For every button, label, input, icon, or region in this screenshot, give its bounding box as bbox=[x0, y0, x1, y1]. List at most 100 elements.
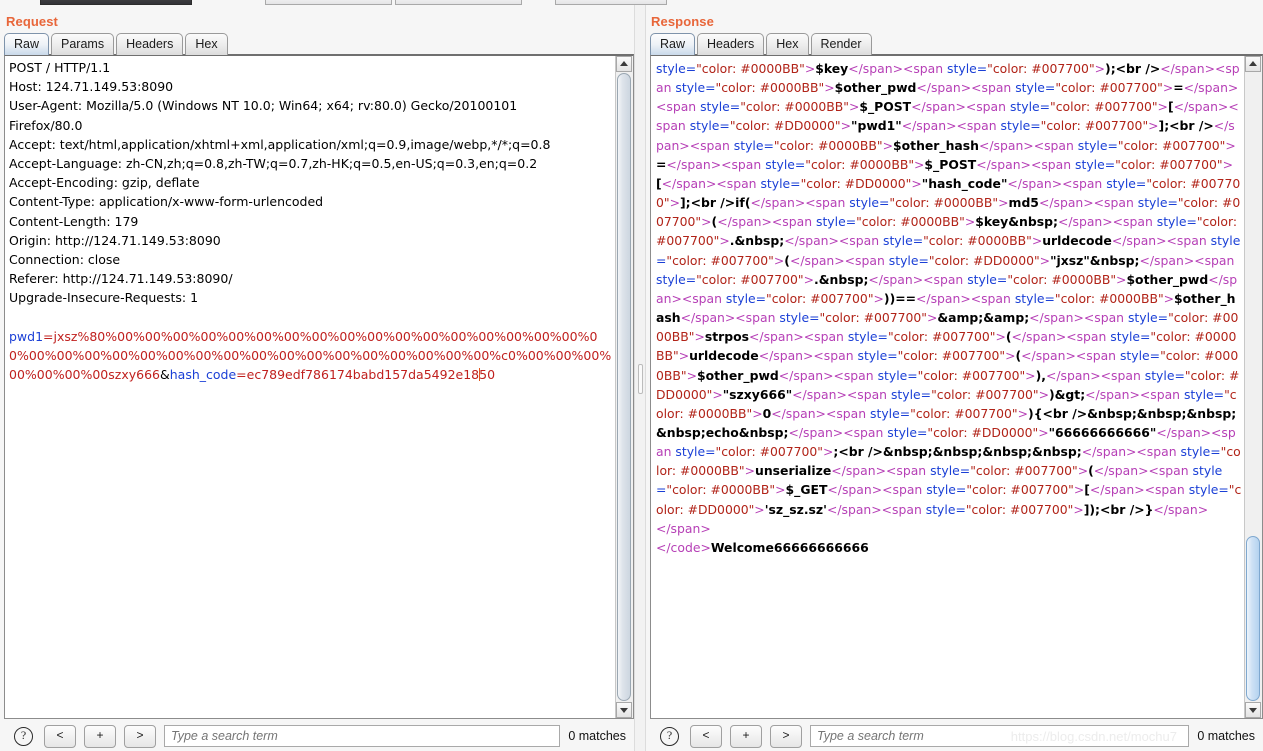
syntax-value: "color: #0000BB" bbox=[666, 482, 776, 498]
request-scroll-up-button[interactable] bbox=[616, 56, 632, 72]
response-raw-viewer[interactable]: style="color: #0000BB">$key</span><span … bbox=[650, 54, 1263, 719]
tab-strip-item-3[interactable] bbox=[395, 0, 522, 5]
syntax-code: = bbox=[656, 156, 667, 172]
syntax-attribute: style= bbox=[700, 99, 741, 115]
syntax-value: "color: #0000BB" bbox=[696, 61, 805, 76]
syntax-value: "color: #007700" bbox=[887, 329, 996, 345]
syntax-code: $other_pwd bbox=[696, 367, 779, 383]
syntax-code: ), bbox=[1035, 367, 1046, 383]
syntax-tag: </span><span bbox=[1045, 367, 1145, 383]
syntax-tag: </span><span bbox=[978, 137, 1078, 153]
syntax-tag: > bbox=[1038, 424, 1049, 440]
syntax-attribute: style= bbox=[1188, 482, 1229, 498]
syntax-value: "color: #0000BB" bbox=[805, 156, 915, 172]
syntax-code: 'sz_sz.sz' bbox=[764, 501, 827, 517]
request-param-pwd1-name: pwd1 bbox=[9, 328, 44, 344]
syntax-value: "color: #007700" bbox=[766, 290, 874, 306]
syntax-attribute: style= bbox=[947, 61, 988, 76]
syntax-tag: </span><span bbox=[1085, 386, 1184, 402]
syntax-value: "color: #007700" bbox=[917, 367, 1026, 383]
syntax-attribute: style= bbox=[779, 310, 820, 326]
response-tab-render[interactable]: Render bbox=[810, 33, 872, 55]
request-tab-params[interactable]: Params bbox=[51, 33, 115, 55]
response-search-prev-button[interactable]: < bbox=[690, 724, 722, 748]
help-icon[interactable]: ? bbox=[660, 726, 679, 746]
syntax-value: "color: #0000BB" bbox=[889, 195, 999, 211]
request-scroll-down-button[interactable] bbox=[616, 702, 632, 718]
request-raw-text[interactable]: POST / HTTP/1.1 Host: 124.71.149.53:8090… bbox=[5, 56, 616, 718]
syntax-attribute: style= bbox=[765, 156, 806, 172]
help-icon[interactable]: ? bbox=[14, 726, 33, 746]
syntax-tag: </span><span bbox=[916, 80, 1016, 96]
syntax-tag: </span><span bbox=[778, 367, 878, 383]
syntax-attribute: style= bbox=[1106, 175, 1147, 191]
response-scroll-down-button[interactable] bbox=[1245, 702, 1261, 718]
top-tab-strip bbox=[0, 0, 1263, 5]
syntax-code: $other_pwd bbox=[1126, 271, 1209, 287]
response-search-next-button[interactable]: > bbox=[770, 724, 802, 748]
syntax-attribute: style= bbox=[1015, 80, 1056, 96]
panel-splitter[interactable] bbox=[634, 5, 646, 751]
syntax-tag: > bbox=[803, 271, 814, 287]
response-vertical-scrollbar[interactable] bbox=[1244, 56, 1262, 718]
request-scroll-thumb[interactable] bbox=[617, 73, 631, 701]
response-tab-raw[interactable]: Raw bbox=[650, 33, 696, 55]
request-vertical-scrollbar[interactable] bbox=[615, 56, 633, 718]
request-raw-viewer[interactable]: POST / HTTP/1.1 Host: 124.71.149.53:8090… bbox=[4, 54, 634, 719]
syntax-tag: > bbox=[744, 463, 756, 479]
syntax-tag: </span><span bbox=[1007, 175, 1107, 191]
response-search-input[interactable] bbox=[810, 725, 1190, 747]
syntax-value: "color: #007700" bbox=[987, 61, 1095, 76]
response-scroll-up-button[interactable] bbox=[1245, 56, 1261, 72]
request-search-input[interactable] bbox=[164, 725, 561, 747]
syntax-tag: > bbox=[701, 214, 712, 230]
syntax-attribute: style= bbox=[1144, 367, 1185, 383]
response-scroll-thumb[interactable] bbox=[1246, 536, 1260, 701]
syntax-attribute: style= bbox=[870, 405, 911, 421]
tab-strip-item-1[interactable] bbox=[40, 0, 192, 5]
response-search-add-button[interactable]: + bbox=[730, 724, 762, 748]
syntax-code: "66666666666" bbox=[1048, 424, 1157, 440]
syntax-attribute: style= bbox=[849, 195, 890, 211]
syntax-attribute: style= bbox=[689, 118, 730, 134]
syntax-attribute: style= bbox=[675, 444, 716, 460]
request-search-next-button[interactable]: > bbox=[124, 724, 156, 748]
syntax-tag: </span><span bbox=[1057, 214, 1157, 230]
syntax-tag: > bbox=[998, 195, 1009, 211]
syntax-tag: </span><span bbox=[976, 156, 1076, 172]
syntax-tag: </span><span bbox=[848, 61, 948, 76]
syntax-tag: </span><span bbox=[792, 386, 891, 402]
syntax-tag: </span><span bbox=[788, 424, 888, 440]
syntax-tag: </span><span bbox=[680, 310, 780, 326]
syntax-tag: </code> bbox=[656, 539, 711, 555]
request-match-count: 0 matches bbox=[568, 729, 626, 743]
syntax-attribute: style= bbox=[1000, 118, 1041, 134]
syntax-code: .&nbsp; bbox=[814, 271, 869, 287]
syntax-value: "color: #0000BB" bbox=[715, 80, 825, 96]
syntax-value: "color: #007700" bbox=[966, 482, 1074, 498]
syntax-attribute: style= bbox=[675, 80, 716, 96]
syntax-tag: > bbox=[1073, 482, 1085, 498]
tab-strip-item-4[interactable] bbox=[555, 0, 667, 5]
request-param-separator: & bbox=[159, 367, 170, 383]
syntax-tag: > bbox=[873, 290, 884, 306]
response-raw-text[interactable]: style="color: #0000BB">$key</span><span … bbox=[651, 56, 1245, 718]
request-tab-headers[interactable]: Headers bbox=[116, 33, 184, 55]
syntax-value: "color: #007700" bbox=[970, 463, 1078, 479]
syntax-tag: > bbox=[712, 386, 723, 402]
request-tab-raw[interactable]: Raw bbox=[4, 33, 50, 55]
request-tab-hex[interactable]: Hex bbox=[185, 33, 228, 55]
syntax-tag: </span><span bbox=[666, 156, 766, 172]
syntax-value: "color: #DD0000" bbox=[729, 118, 841, 134]
syntax-code: $key bbox=[815, 61, 849, 76]
tab-strip-item-2[interactable] bbox=[265, 0, 392, 5]
request-search-add-button[interactable]: + bbox=[84, 724, 116, 748]
syntax-value: "color: #0000BB" bbox=[856, 214, 965, 230]
response-tab-hex[interactable]: Hex bbox=[766, 33, 809, 55]
response-tab-headers[interactable]: Headers bbox=[697, 33, 765, 55]
syntax-tag: </span><span bbox=[1011, 329, 1111, 345]
syntax-attribute: style= bbox=[925, 501, 966, 517]
syntax-attribute: style= bbox=[656, 61, 697, 76]
syntax-attribute: style= bbox=[656, 271, 697, 287]
request-search-prev-button[interactable]: < bbox=[44, 724, 76, 748]
